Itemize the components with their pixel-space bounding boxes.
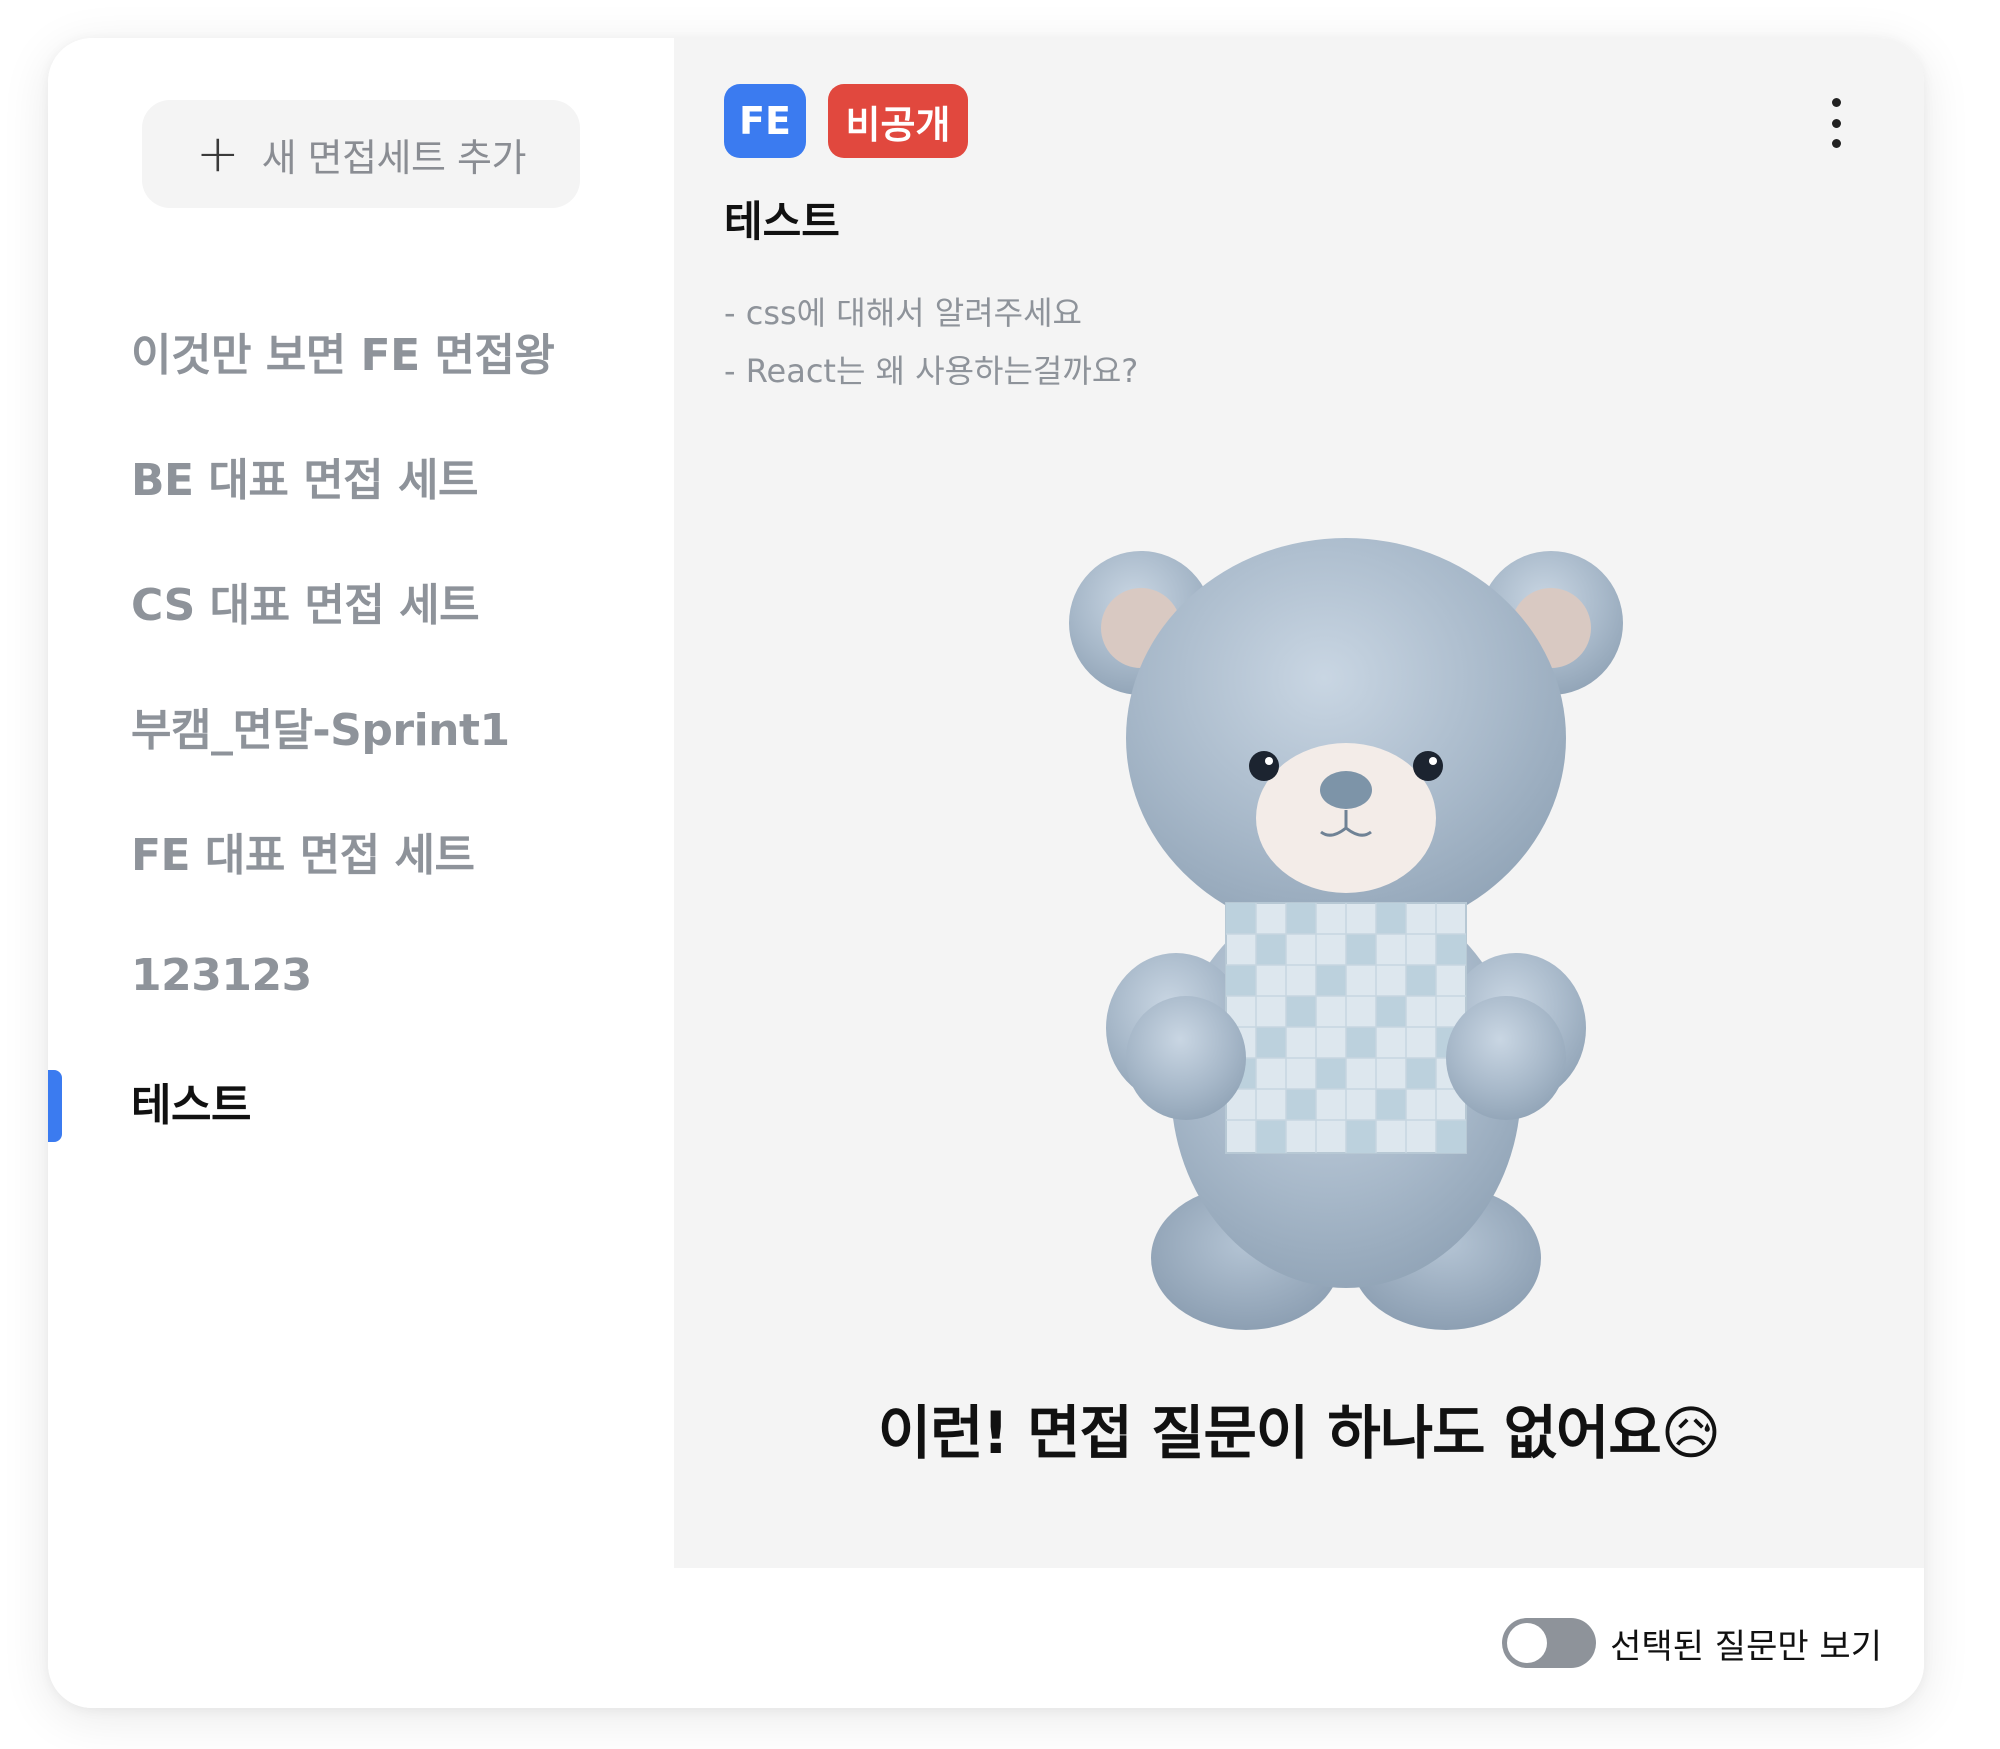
interview-set-list: 이것만 보면 FE 면접왕 BE 대표 면접 세트 CS 대표 면접 세트 부캠… <box>48 288 674 1163</box>
sidebar-item-label: FE 대표 면접 세트 <box>131 829 475 881</box>
category-tag: FE <box>724 84 806 158</box>
set-description: - css에 대해서 알려주세요 - React는 왜 사용하는걸까요? <box>724 284 1138 400</box>
description-line: - css에 대해서 알려주세요 <box>724 294 1082 332</box>
more-options-icon[interactable] <box>1826 98 1846 148</box>
teddy-bear-illustration <box>1069 538 1623 1330</box>
sidebar-item-fe-set[interactable]: FE 대표 면접 세트 <box>48 788 674 913</box>
sidebar-item-be-set[interactable]: BE 대표 면접 세트 <box>48 413 674 538</box>
sidebar-item-label: CS 대표 면접 세트 <box>131 579 480 631</box>
sidebar-item-cs-set[interactable]: CS 대표 면접 세트 <box>48 538 674 663</box>
description-line: - React는 왜 사용하는걸까요? <box>724 352 1139 390</box>
sidebar-item-label: 부캠_면달-Sprint1 <box>131 704 510 756</box>
sidebar-item-label: 123123 <box>131 950 312 1001</box>
set-title: 테스트 <box>724 197 840 246</box>
sidebar: + 새 면접세트 추가 이것만 보면 FE 면접왕 BE 대표 면접 세트 CS… <box>48 38 674 1708</box>
sidebar-item-label: BE 대표 면접 세트 <box>131 454 478 506</box>
plus-icon: + <box>196 124 240 184</box>
toggle-label: 선택된 질문만 보기 <box>1610 1626 1882 1667</box>
sidebar-item-fe-master[interactable]: 이것만 보면 FE 면접왕 <box>48 288 674 413</box>
interview-set-card: + 새 면접세트 추가 이것만 보면 FE 면접왕 BE 대표 면접 세트 CS… <box>48 38 1924 1708</box>
interview-set-detail: FE 비공개 테스트 - css에 대해서 알려주세요 - React는 왜 사… <box>674 38 1924 1568</box>
sidebar-item-label: 이것만 보면 FE 면접왕 <box>131 329 555 381</box>
sidebar-item-123123[interactable]: 123123 <box>48 913 674 1038</box>
tag-group: FE 비공개 <box>724 84 968 158</box>
sidebar-item-label: 테스트 <box>131 1079 251 1131</box>
visibility-tag: 비공개 <box>828 84 968 158</box>
sidebar-item-test[interactable]: 테스트 <box>48 1038 674 1163</box>
add-interview-set-label: 새 면접세트 추가 <box>261 135 527 180</box>
active-indicator <box>48 1070 62 1142</box>
selected-only-toggle[interactable] <box>1502 1618 1597 1668</box>
empty-questions-message: 이런! 면접 질문이 하나도 없어요😥 <box>877 1399 1721 1467</box>
sidebar-item-bootcamp-sprint1[interactable]: 부캠_면달-Sprint1 <box>48 663 674 788</box>
add-interview-set-button[interactable]: + 새 면접세트 추가 <box>142 100 580 208</box>
selected-only-toggle-group: 선택된 질문만 보기 <box>1502 1618 1882 1668</box>
toggle-knob <box>1507 1623 1548 1663</box>
footer: 선택된 질문만 보기 <box>674 1568 1924 1708</box>
